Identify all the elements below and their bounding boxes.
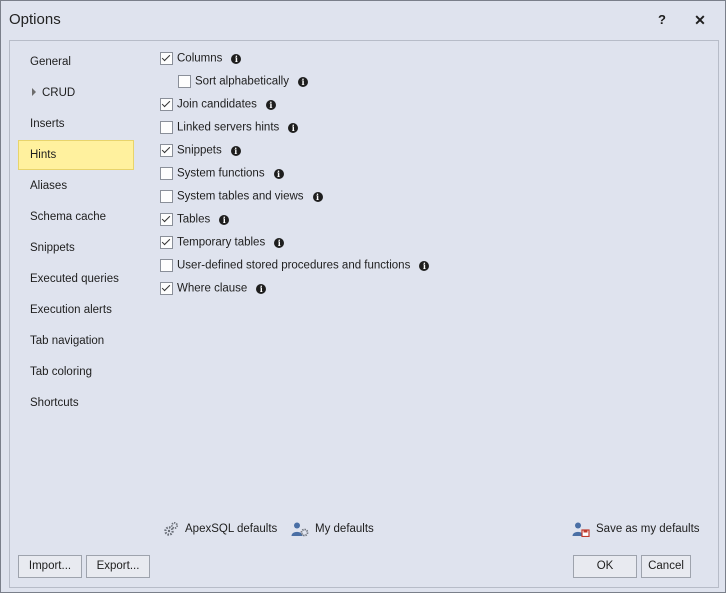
help-button[interactable]: ? [652, 10, 672, 30]
nav-item-hints[interactable]: Hints [18, 140, 134, 170]
nav-item-crud[interactable]: CRUD [18, 78, 134, 108]
info-icon[interactable]: i [231, 53, 242, 64]
nav-item-shortcuts[interactable]: Shortcuts [18, 388, 134, 418]
option-label[interactable]: Linked servers hints [177, 122, 279, 134]
nav-item-schema-cache[interactable]: Schema cache [18, 202, 134, 232]
nav-item-tab-navigation[interactable]: Tab navigation [18, 326, 134, 356]
nav-item-label: Tab coloring [30, 366, 93, 378]
close-button[interactable]: ✕ [690, 10, 710, 30]
option-checkbox[interactable] [160, 52, 173, 65]
nav-item-label: Snippets [30, 242, 75, 254]
info-icon[interactable]: i [219, 214, 230, 225]
category-nav: General CRUD Inserts Hints Aliases Schema cac… [18, 47, 134, 419]
info-icon[interactable]: i [419, 260, 430, 271]
option-label[interactable]: System tables and views [177, 191, 304, 203]
user-gear-icon [291, 522, 309, 537]
option-checkbox[interactable] [160, 213, 173, 226]
nav-item-label: Hints [30, 149, 57, 161]
window-title: Options [9, 11, 61, 28]
nav-item-executed-queries[interactable]: Executed queries [18, 264, 134, 294]
save-as-my-defaults-button[interactable]: Save as my defaults [572, 519, 700, 539]
option-checkbox[interactable] [160, 98, 173, 111]
apexsql-defaults-button[interactable]: ApexSQL defaults [163, 519, 277, 539]
nav-item-label: Execution alerts [30, 304, 112, 316]
nav-item-label: General [30, 56, 71, 68]
option-label[interactable]: Join candidates [177, 99, 257, 111]
my-defaults-label: My defaults [315, 523, 374, 535]
nav-item-label: Executed queries [30, 273, 119, 285]
option-checkbox[interactable] [160, 259, 173, 272]
option-row: Temporary tables i [160, 236, 429, 259]
user-save-icon [572, 522, 590, 538]
save-as-my-defaults-label: Save as my defaults [596, 523, 700, 535]
nav-item-label: Inserts [30, 118, 65, 130]
nav-item-aliases[interactable]: Aliases [18, 171, 134, 201]
option-label[interactable]: Where clause [177, 283, 247, 295]
option-row: Snippets i [160, 144, 429, 167]
gears-icon [164, 521, 178, 536]
nav-item-label: CRUD [42, 87, 76, 99]
option-row: User-defined stored procedures and funct… [160, 259, 430, 282]
nav-item-label: Tab navigation [30, 335, 105, 347]
hints-options-list: Columns i Sort alphabetically i Join candida… [160, 52, 430, 305]
option-label[interactable]: Columns [177, 53, 222, 65]
nav-item-snippets[interactable]: Snippets [18, 233, 134, 263]
nav-item-label: Shortcuts [30, 397, 79, 409]
apexsql-defaults-label: ApexSQL defaults [185, 523, 278, 535]
options-dialog: Options ? ✕ General CRUD Inserts Hints Alias… [0, 0, 726, 593]
cancel-button[interactable]: Cancel [641, 555, 691, 578]
info-icon[interactable]: i [312, 191, 323, 202]
expand-arrow-icon[interactable] [32, 88, 36, 96]
info-icon[interactable]: i [288, 122, 299, 133]
option-row: Sort alphabetically i [160, 75, 429, 98]
option-checkbox[interactable] [160, 121, 173, 134]
my-defaults-button[interactable]: My defaults [291, 519, 374, 539]
option-checkbox[interactable] [160, 236, 173, 249]
options-panel: General CRUD Inserts Hints Aliases Schema cac… [9, 40, 719, 588]
title-bar: Options ? ✕ [1, 1, 725, 39]
option-label[interactable]: Temporary tables [177, 237, 265, 249]
option-row: Join candidates i [160, 98, 429, 121]
info-icon[interactable]: i [297, 76, 308, 87]
option-checkbox[interactable] [178, 75, 191, 88]
export-button[interactable]: Export... [86, 555, 150, 578]
option-checkbox[interactable] [160, 144, 173, 157]
nav-item-inserts[interactable]: Inserts [18, 109, 134, 139]
info-icon[interactable]: i [274, 237, 285, 248]
option-checkbox[interactable] [160, 167, 173, 180]
nav-item-tab-coloring[interactable]: Tab coloring [18, 357, 134, 387]
import-button[interactable]: Import... [18, 555, 82, 578]
nav-item-execution-alerts[interactable]: Execution alerts [18, 295, 134, 325]
ok-button[interactable]: OK [573, 555, 637, 578]
nav-item-label: Schema cache [30, 211, 107, 223]
option-label[interactable]: System functions [177, 168, 265, 180]
option-checkbox[interactable] [160, 282, 173, 295]
info-icon[interactable]: i [230, 145, 241, 156]
option-row: Where clause i [160, 282, 429, 305]
option-row: Linked servers hints i [160, 121, 429, 144]
option-checkbox[interactable] [160, 190, 173, 203]
nav-item-general[interactable]: General [18, 47, 134, 77]
info-icon[interactable]: i [256, 283, 267, 294]
option-row: System tables and views i [160, 190, 429, 213]
option-row: Columns i [160, 52, 429, 75]
option-row: Tables i [160, 213, 429, 236]
option-label[interactable]: Sort alphabetically [195, 76, 289, 88]
nav-item-label: Aliases [30, 180, 68, 192]
info-icon[interactable]: i [273, 168, 284, 179]
option-row: System functions i [160, 167, 429, 190]
info-icon[interactable]: i [265, 99, 276, 110]
option-label[interactable]: Tables [177, 214, 210, 226]
option-label[interactable]: User-defined stored procedures and funct… [177, 260, 410, 272]
option-label[interactable]: Snippets [177, 145, 222, 157]
